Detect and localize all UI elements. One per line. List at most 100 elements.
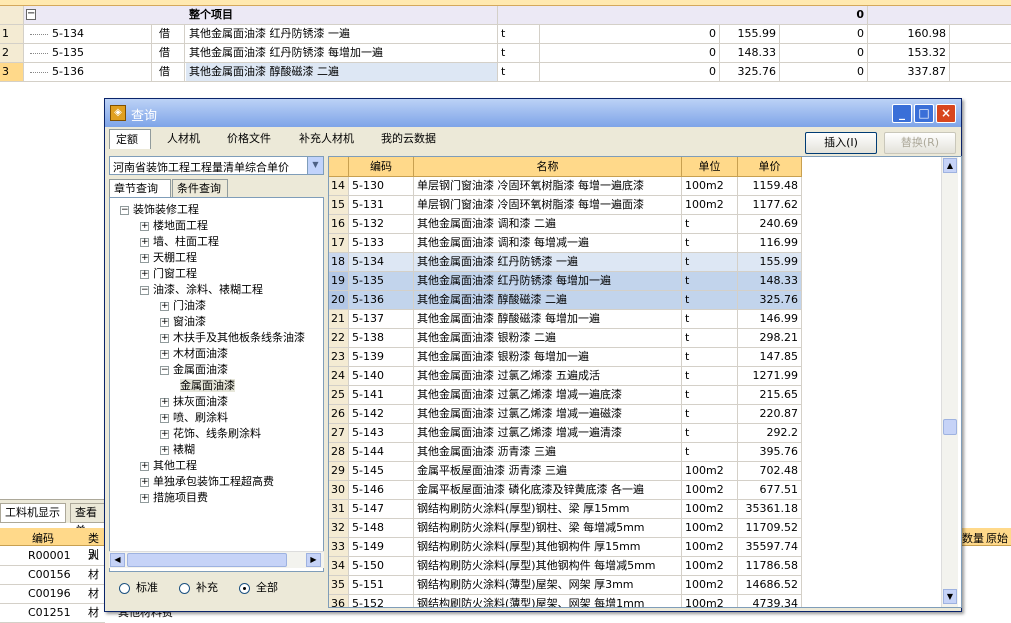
tree-node[interactable]: + 措施项目费	[140, 490, 208, 506]
chevron-down-icon[interactable]: ▼	[307, 157, 323, 174]
tab-cloud-data[interactable]: 我的云数据	[375, 129, 449, 149]
close-button[interactable]: ×	[936, 104, 956, 123]
table-row[interactable]: 20 5-136 其他金属面油漆 醇酸磁漆 二遍 t 325.76	[329, 291, 802, 310]
expand-icon[interactable]: +	[160, 397, 169, 407]
scroll-right-icon[interactable]: ▶	[306, 553, 321, 567]
tab-chapter-query[interactable]: 章节查询	[109, 179, 171, 197]
tree-node[interactable]: + 木材面油漆	[160, 346, 228, 362]
table-row[interactable]: 16 5-132 其他金属面油漆 调和漆 二遍 t 240.69	[329, 215, 802, 234]
collapse-icon[interactable]: −	[26, 9, 36, 20]
table-row[interactable]: 34 5-150 钢结构刷防火涂料(厚型)其他钢构件 每增减5mm 100m2 1178…	[329, 557, 802, 576]
table-row[interactable]: 28 5-144 其他金属面油漆 沥青漆 三遍 t 395.76	[329, 443, 802, 462]
table-row[interactable]: C00156 材	[0, 566, 105, 585]
tree-node[interactable]: + 单独承包装饰工程超高费	[140, 474, 274, 490]
radio-all[interactable]: 全部	[239, 579, 278, 597]
table-row[interactable]: C01251 材其他材料费	[0, 604, 173, 623]
scroll-down-icon[interactable]: ▼	[943, 589, 957, 604]
tree-node[interactable]: 金属面油漆	[180, 378, 235, 394]
table-row[interactable]: 25 5-141 其他金属面油漆 过氯乙烯漆 增减一遍底漆 t 215.65	[329, 386, 802, 405]
tab-quota[interactable]: 定额	[109, 129, 151, 149]
tab-view[interactable]: 查看单	[70, 503, 106, 537]
tree-node[interactable]: + 喷、刷涂料	[160, 410, 228, 426]
grid-vertical-scrollbar[interactable]: ▲ ▼	[941, 157, 958, 607]
scroll-up-icon[interactable]: ▲	[943, 158, 957, 173]
table-row[interactable]: C00196 材	[0, 585, 105, 604]
table-row[interactable]: 23 5-139 其他金属面油漆 银粉漆 每增加一遍 t 147.85	[329, 348, 802, 367]
table-row[interactable]: 22 5-138 其他金属面油漆 银粉漆 二遍 t 298.21	[329, 329, 802, 348]
tree-node[interactable]: + 墙、柱面工程	[140, 234, 219, 250]
tree-node[interactable]: + 窗油漆	[160, 314, 206, 330]
radio-supplement[interactable]: 补充	[179, 579, 218, 597]
expand-icon[interactable]: +	[140, 493, 149, 503]
expand-icon[interactable]: +	[160, 301, 169, 311]
scroll-left-icon[interactable]: ◀	[110, 553, 125, 567]
chapter-tree[interactable]: − 装饰装修工程 + 楼地面工程 + 墙、柱面工程 + 天棚工程 + 门窗工程 − 油漆、涂料、裱糊工…	[109, 197, 324, 572]
tab-material-display[interactable]: 工料机显示	[0, 503, 66, 523]
expand-icon[interactable]: +	[140, 237, 149, 247]
tree-node[interactable]: − 油漆、涂料、裱糊工程	[140, 282, 263, 298]
expand-icon[interactable]: +	[140, 253, 149, 263]
tree-node[interactable]: + 楼地面工程	[140, 218, 208, 234]
table-row[interactable]: 32 5-148 钢结构刷防火涂料(厚型)钢柱、梁 每增减5mm 100m2 11709…	[329, 519, 802, 538]
collapse-icon[interactable]: −	[140, 285, 149, 295]
tree-node[interactable]: − 金属面油漆	[160, 362, 228, 378]
table-row[interactable]: 14 5-130 单层钢门窗油漆 冷固环氧树脂漆 每增一遍底漆 100m2 1159.4…	[329, 177, 802, 196]
expand-icon[interactable]: +	[160, 429, 169, 439]
scroll-thumb[interactable]	[127, 553, 287, 567]
tab-supplement-materials[interactable]: 补充人材机	[293, 129, 367, 149]
insert-button[interactable]: 插入(I)	[805, 132, 877, 154]
tree-horizontal-scrollbar[interactable]: ◀ ▶	[109, 551, 324, 568]
table-row[interactable]: 17 5-133 其他金属面油漆 调和漆 每增减一遍 t 116.99	[329, 234, 802, 253]
library-select[interactable]: 河南省装饰工程工程量清单综合单价 ▼	[109, 156, 324, 175]
project-row[interactable]: − 整个项目 0	[0, 6, 1011, 25]
minimize-button[interactable]: _	[892, 104, 912, 123]
tree-node[interactable]: + 门窗工程	[140, 266, 197, 282]
expand-icon[interactable]: +	[140, 477, 149, 487]
tree-node[interactable]: + 裱糊	[160, 442, 195, 458]
expand-icon[interactable]: +	[160, 349, 169, 359]
radio-standard[interactable]: 标准	[119, 579, 158, 597]
tree-node[interactable]: + 天棚工程	[140, 250, 197, 266]
table-row[interactable]: 1 5-134 借其他金属面油漆 红丹防锈漆 一遍 t 0 155.99 0 160.98	[0, 25, 1011, 44]
collapse-icon[interactable]: −	[120, 205, 129, 215]
dialog-titlebar[interactable]: ◈ 查询 _ □ ×	[105, 99, 961, 127]
tree-node[interactable]: − 装饰装修工程	[120, 202, 199, 218]
table-row[interactable]: 24 5-140 其他金属面油漆 过氯乙烯漆 五遍成活 t 1271.99	[329, 367, 802, 386]
expand-icon[interactable]: +	[160, 413, 169, 423]
table-row[interactable]: 30 5-146 金属平板屋面油漆 磷化底漆及锌黄底漆 各一遍 100m2 677.51	[329, 481, 802, 500]
expand-icon[interactable]: +	[160, 445, 169, 455]
tab-price-file[interactable]: 价格文件	[221, 129, 283, 149]
table-row[interactable]: 3 5-136 借其他金属面油漆 醇酸磁漆 二遍 t 0 325.76 0 337.87	[0, 63, 1011, 82]
replace-button[interactable]: 替换(R)	[884, 132, 956, 154]
table-row[interactable]: 29 5-145 金属平板屋面油漆 沥青漆 三遍 100m2 702.48	[329, 462, 802, 481]
expand-icon[interactable]: +	[160, 333, 169, 343]
scroll-thumb[interactable]	[943, 419, 957, 435]
expand-icon[interactable]: +	[160, 317, 169, 327]
table-row[interactable]: 19 5-135 其他金属面油漆 红丹防锈漆 每增加一遍 t 148.33	[329, 272, 802, 291]
expand-icon[interactable]: +	[140, 269, 149, 279]
table-row[interactable]: 33 5-149 钢结构刷防火涂料(厚型)其他钢构件 厚15mm 100m2 35597…	[329, 538, 802, 557]
expand-icon[interactable]: +	[140, 221, 149, 231]
tree-node[interactable]: + 其他工程	[140, 458, 197, 474]
table-row[interactable]: R00001 人	[0, 547, 105, 566]
table-row[interactable]: 18 5-134 其他金属面油漆 红丹防锈漆 一遍 t 155.99	[329, 253, 802, 272]
table-row[interactable]: 21 5-137 其他金属面油漆 醇酸磁漆 每增加一遍 t 146.99	[329, 310, 802, 329]
table-row[interactable]: 27 5-143 其他金属面油漆 过氯乙烯漆 增减一遍清漆 t 292.2	[329, 424, 802, 443]
maximize-button[interactable]: □	[914, 104, 934, 123]
radio-circle[interactable]	[179, 582, 190, 594]
expand-icon[interactable]: +	[140, 461, 149, 471]
tab-condition-query[interactable]: 条件查询	[172, 179, 228, 197]
table-row[interactable]: 15 5-131 单层钢门窗油漆 冷固环氧树脂漆 每增一遍面漆 100m2 1177.6…	[329, 196, 802, 215]
tree-node[interactable]: + 花饰、线条刷涂料	[160, 426, 261, 442]
tree-node[interactable]: + 门油漆	[160, 298, 206, 314]
table-row[interactable]: 35 5-151 钢结构刷防火涂料(薄型)屋架、网架 厚3mm 100m2 14686.…	[329, 576, 802, 595]
radio-circle[interactable]	[119, 582, 130, 594]
collapse-icon[interactable]: −	[160, 365, 169, 375]
radio-circle[interactable]	[239, 582, 250, 594]
table-row[interactable]: 2 5-135 借其他金属面油漆 红丹防锈漆 每增加一遍 t 0 148.33 0 153.3…	[0, 44, 1011, 63]
tree-node[interactable]: + 木扶手及其他板条线条油漆	[160, 330, 305, 346]
tab-materials[interactable]: 人材机	[161, 129, 211, 149]
table-row[interactable]: 26 5-142 其他金属面油漆 过氯乙烯漆 增减一遍磁漆 t 220.87	[329, 405, 802, 424]
table-row[interactable]: 31 5-147 钢结构刷防火涂料(厚型)钢柱、梁 厚15mm 100m2 35361.…	[329, 500, 802, 519]
tree-node[interactable]: + 抹灰面油漆	[160, 394, 228, 410]
